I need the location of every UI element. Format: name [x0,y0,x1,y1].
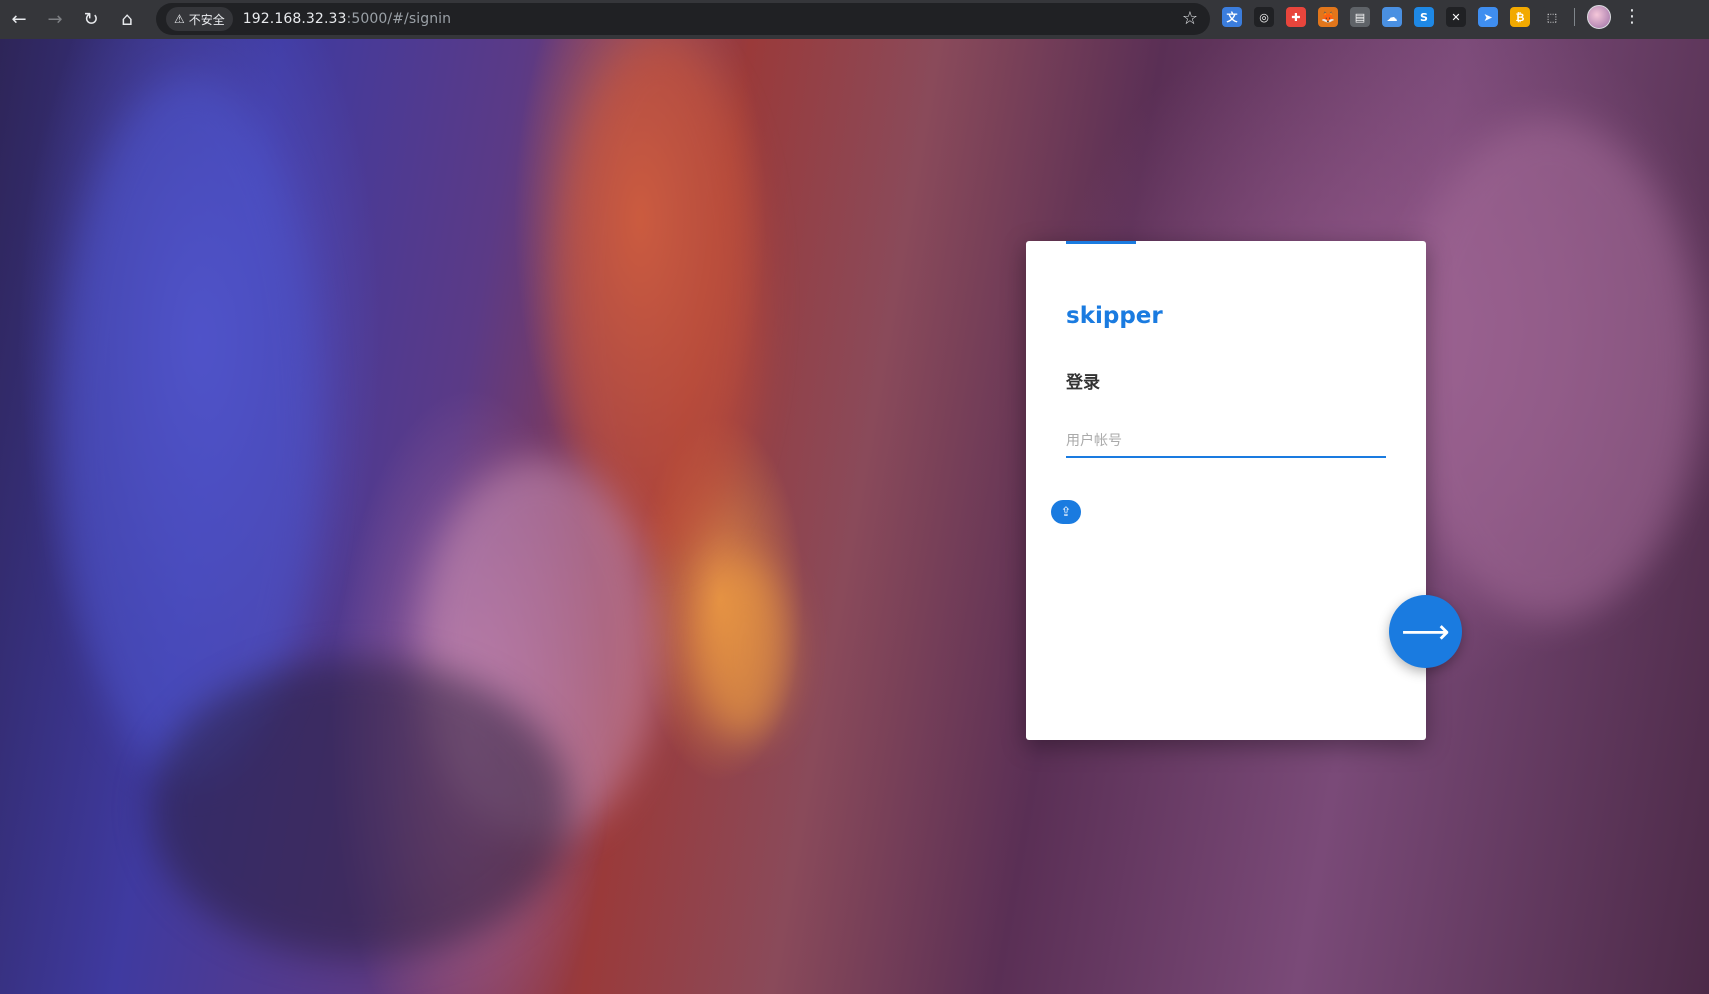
next-button[interactable]: ⟶ [1389,595,1462,668]
forward-icon[interactable]: → [38,5,72,35]
brand-title: skipper [1066,303,1163,329]
card-accent-bar [1066,241,1136,244]
translate-ext-icon[interactable]: 文 [1222,7,1242,27]
browser-menu-icon[interactable]: ⋮ [1623,8,1641,26]
toolbar-divider [1574,8,1575,26]
cloud-ext-icon[interactable]: ☁ [1382,7,1402,27]
back-icon[interactable]: ← [2,5,36,35]
url-host: 192.168.32.33 [242,11,347,27]
profile-avatar-icon[interactable] [1587,5,1611,29]
username-input[interactable] [1066,426,1386,458]
home-icon[interactable]: ⌂ [110,5,144,35]
coin-ext-icon[interactable]: ₿ [1510,7,1530,27]
bookmark-star-icon[interactable]: ☆ [1182,8,1198,29]
compass-ext-icon[interactable]: ➤ [1478,7,1498,27]
security-label: 不安全 [188,12,225,27]
s-ext-icon[interactable]: S [1414,7,1434,27]
login-card: skipper 登录 [1026,241,1426,740]
browser-toolbar: ← → ↻ ⌂ ⚠ 不安全 192.168.32.33:5000/#/signi… [0,0,1709,39]
red-ext-icon[interactable]: ✚ [1286,7,1306,27]
background-swirl [1400,119,1700,619]
fox-ext-icon[interactable]: 🦊 [1318,7,1338,27]
arrow-right-icon: ⟶ [1401,611,1450,652]
x-ext-icon[interactable]: ✕ [1446,7,1466,27]
mask-ext-icon[interactable]: ◎ [1254,7,1274,27]
url-text[interactable]: 192.168.32.33:5000/#/signin [243,11,451,27]
puzzle-ext-icon[interactable]: ⬚ [1542,7,1562,27]
address-bar[interactable]: ⚠ 不安全 192.168.32.33:5000/#/signin ☆ [156,3,1210,35]
reload-icon[interactable]: ↻ [74,5,108,35]
background-swirl [700,559,790,739]
background-swirl [150,659,570,959]
extension-tray: 文 ◎ ✚ 🦊 ▤ ☁ S ✕ ➤ ₿ ⬚ ⋮ [1222,5,1641,29]
warning-icon: ⚠ [174,12,185,26]
capslock-icon: ⇪ [1051,500,1081,524]
card-ext-icon[interactable]: ▤ [1350,7,1370,27]
security-chip[interactable]: ⚠ 不安全 [166,7,233,31]
page-viewport [0,39,1709,994]
login-heading: 登录 [1066,373,1100,393]
url-path: :5000/#/signin [346,11,452,27]
username-field[interactable] [1066,426,1386,460]
